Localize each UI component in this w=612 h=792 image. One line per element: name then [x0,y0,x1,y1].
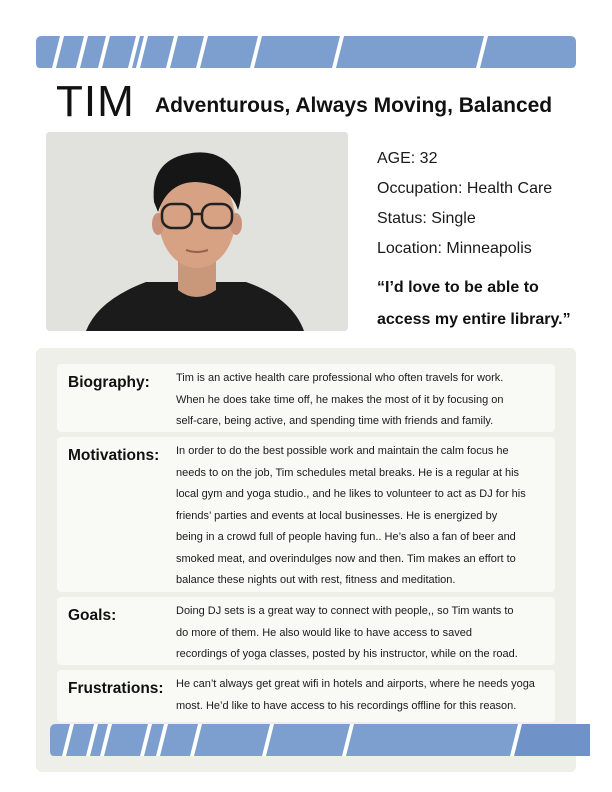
section-body: He can’t always get great wifi in hotels… [176,674,548,717]
body-line: most. He’d like to have access to his re… [176,699,517,712]
body-line: being in a crowd full of people having f… [176,531,516,543]
section-biography: Biography: Tim is an active health care … [57,364,555,432]
section-label: Motivations: [68,447,160,464]
body-line: self-care, being active, and spending ti… [176,415,494,427]
section-motivations: Motivations: In order to do the best pos… [57,437,555,592]
body-line: friends’ parties and events at local bus… [176,509,498,522]
persona-quote: “I’d love to be able to access my entire… [377,272,597,336]
body-line: recordings of yoga classes, posted by hi… [176,648,518,660]
body-line: Doing DJ sets is a great way to connect … [176,605,514,617]
quote-line: access my entire library.” [377,311,571,328]
persona-photo [46,132,348,331]
body-line: Tim is an active health care professiona… [176,372,504,384]
fact-age: AGE: 32 [377,150,438,167]
body-line: When he does take time off, he makes the… [176,393,504,406]
quote-line: “I’d love to be able to [377,279,539,296]
body-line: smoked meat, and overindulges now and th… [176,552,516,565]
body-line: balance these nights out with rest, fitn… [176,574,456,586]
persona-facts: AGE: 32 Occupation: Health Care Status: … [377,144,552,264]
persona-name: TIM [56,77,135,126]
section-body: Doing DJ sets is a great way to connect … [176,601,548,666]
body-line: He can’t always get great wifi in hotels… [176,678,535,690]
section-frustrations: Frustrations: He can’t always get great … [57,670,555,722]
section-label: Biography: [68,374,150,391]
section-body: Tim is an active health care professiona… [176,368,548,433]
fact-location: Location: Minneapolis [377,240,532,257]
bottom-decorative-stripe [50,724,590,756]
fact-occupation: Occupation: Health Care [377,180,553,197]
body-line: needs to on the job, Tim schedules metal… [176,466,520,479]
section-goals: Goals: Doing DJ sets is a great way to c… [57,597,555,665]
section-label: Frustrations: [68,680,164,697]
body-line: do more of them. He also would like to h… [176,626,472,639]
section-label: Goals: [68,607,117,624]
section-body: In order to do the best possible work an… [176,441,548,592]
body-line: local gym and yoga studio., and he likes… [176,488,526,500]
body-line: In order to do the best possible work an… [176,445,509,457]
fact-status: Status: Single [377,210,476,227]
top-decorative-stripe [36,36,576,68]
persona-tagline: Adventurous, Always Moving, Balanced [155,94,553,117]
